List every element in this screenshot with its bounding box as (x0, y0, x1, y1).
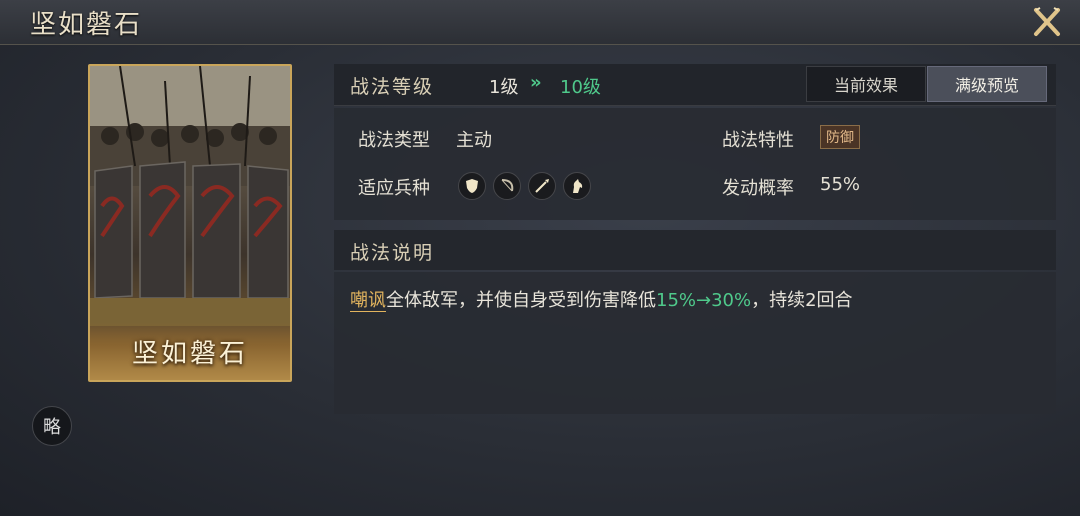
tab-current-effect-label: 当前效果 (833, 76, 898, 95)
description-values: 15%→30% (656, 290, 752, 311)
description-heading: 战法说明 (350, 242, 435, 264)
description-keyword[interactable]: 嘲讽 (350, 290, 386, 312)
close-button[interactable] (1030, 6, 1064, 38)
description-text: 嘲讽全体敌军，并使自身受到伤害降低15%→30%，持续2回合 (350, 286, 853, 312)
trigger-rate-label: 发动概率 (722, 178, 794, 199)
close-icon (1034, 7, 1060, 36)
card-name: 坚如磐石 (131, 339, 248, 369)
tab-max-level-preview[interactable]: 满级预览 (927, 66, 1047, 102)
description-header: 战法说明 (334, 230, 1056, 270)
tab-max-level-preview-label: 满级预览 (954, 76, 1019, 95)
level-current: 1级 (489, 77, 519, 98)
description-text-before: 全体敌军，并使自身受到伤害降低 (386, 290, 656, 311)
bow-icon (493, 172, 521, 200)
tactic-type-value: 主动 (456, 130, 492, 151)
shield-icon (458, 172, 486, 200)
trigger-rate-value: 55% (820, 174, 861, 195)
troop-type-label: 适应兵种 (358, 178, 430, 199)
spear-icon (528, 172, 556, 200)
tactic-trait-badge: 防御 (820, 125, 860, 149)
tactic-card: 坚如磐石 (88, 64, 292, 382)
side-round-button[interactable]: 略 (32, 406, 72, 446)
level-arrow: » (530, 72, 542, 93)
card-artwork (90, 66, 290, 326)
tactic-trait-label: 战法特性 (722, 130, 794, 151)
tactic-type-label: 战法类型 (358, 130, 430, 151)
tactic-info-block: 战法类型 主动 战法特性 防御 适应兵种 发动概率 55% (334, 108, 1056, 220)
side-round-button-label: 略 (43, 417, 61, 438)
description-text-after: ，持续2回合 (751, 290, 853, 311)
level-label: 战法等级 (350, 76, 435, 98)
tab-current-effect[interactable]: 当前效果 (806, 66, 926, 102)
description-body: 嘲讽全体敌军，并使自身受到伤害降低15%→30%，持续2回合 (334, 272, 1056, 414)
level-max: 10级 (560, 77, 601, 98)
top-bar: 坚如磐石 (0, 0, 1080, 45)
page-title: 坚如磐石 (30, 10, 143, 40)
horse-icon (563, 172, 591, 200)
level-row: 战法等级 1级 » 10级 当前效果 满级预览 (334, 64, 1056, 106)
